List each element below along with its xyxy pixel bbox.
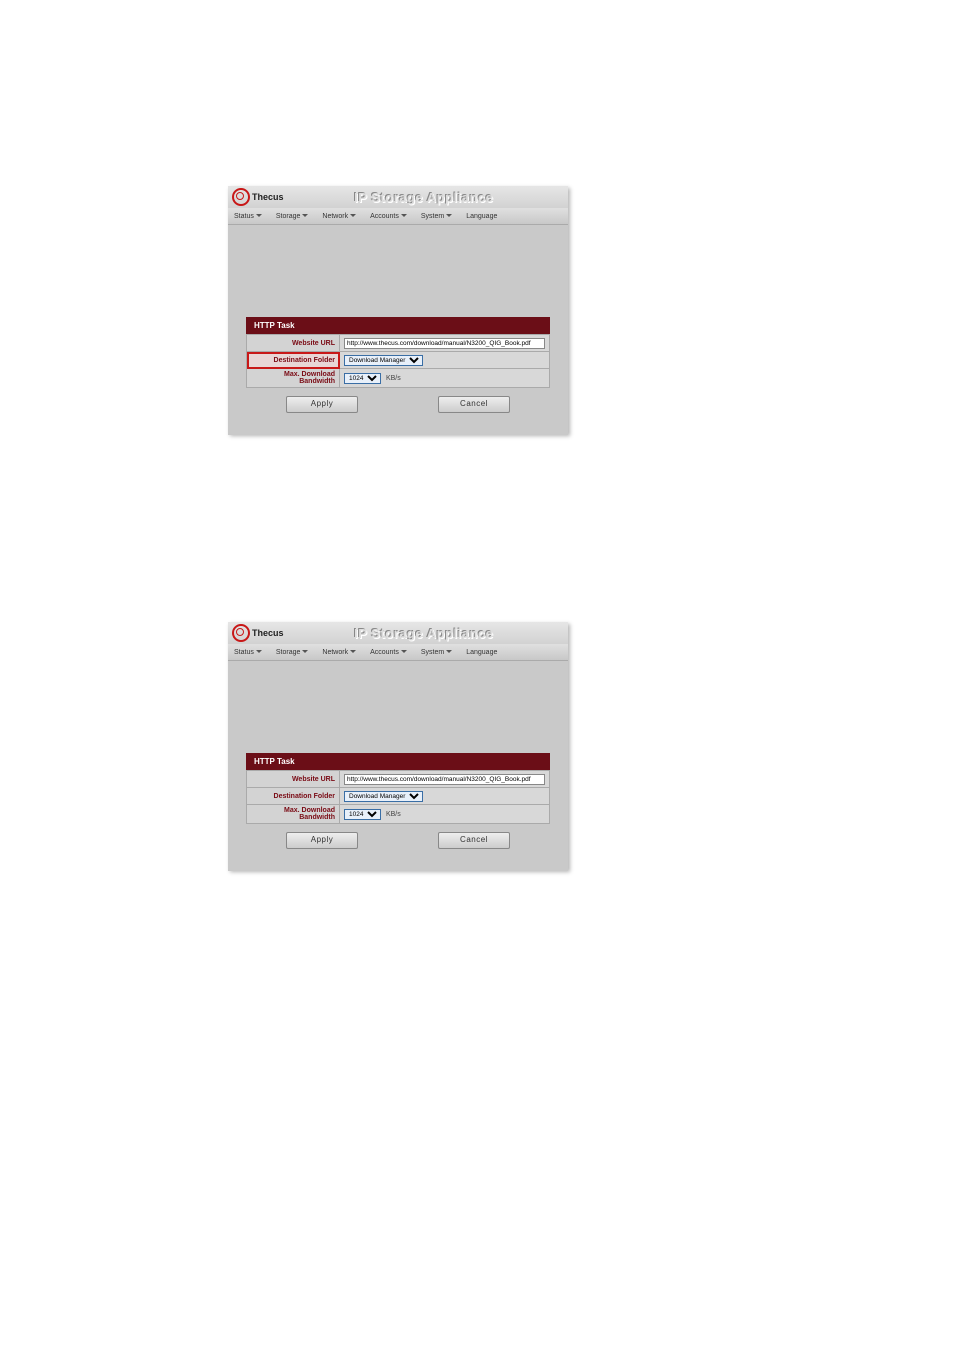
bandwidth-unit: KB/s <box>386 375 401 382</box>
button-row: Apply Cancel <box>246 396 550 413</box>
chevron-down-icon <box>446 650 452 653</box>
chevron-down-icon <box>446 214 452 217</box>
http-task-panel: HTTP Task Website URL Destination Folder… <box>246 317 550 413</box>
cancel-button[interactable]: Cancel <box>438 396 510 413</box>
menu-status[interactable]: Status <box>234 213 262 220</box>
http-task-panel: HTTP Task Website URL Destination Folder… <box>246 753 550 849</box>
menu-storage[interactable]: Storage <box>276 213 309 220</box>
menu-storage[interactable]: Storage <box>276 649 309 656</box>
chevron-down-icon <box>302 650 308 653</box>
screenshot-2: Thecus IP Storage Appliance Status Stora… <box>228 622 568 870</box>
label-max-bandwidth: Max. Download Bandwidth <box>247 805 340 824</box>
row-folder: Destination Folder Download Manager <box>247 788 550 805</box>
menu-language[interactable]: Language <box>466 213 497 220</box>
menu-network[interactable]: Network <box>322 213 356 220</box>
website-url-input[interactable] <box>344 338 545 349</box>
logo-text: Thecus <box>252 628 284 638</box>
row-url: Website URL <box>247 335 550 352</box>
label-destination-folder: Destination Folder <box>247 352 340 369</box>
menu-language[interactable]: Language <box>466 649 497 656</box>
screenshot-1: Thecus IP Storage Appliance Status Stora… <box>228 186 568 434</box>
apply-button[interactable]: Apply <box>286 832 358 849</box>
logo-icon <box>232 624 250 642</box>
label-website-url: Website URL <box>247 771 340 788</box>
content-area: HTTP Task Website URL Destination Folder… <box>228 661 568 871</box>
menu-bar: Status Storage Network Accounts System L… <box>228 644 568 661</box>
app-header: Thecus IP Storage Appliance <box>228 622 568 644</box>
menu-status[interactable]: Status <box>234 649 262 656</box>
document-page: Thecus IP Storage Appliance Status Stora… <box>0 0 954 1350</box>
chevron-down-icon <box>350 650 356 653</box>
label-destination-folder: Destination Folder <box>247 788 340 805</box>
chevron-down-icon <box>256 650 262 653</box>
row-folder: Destination Folder Download Manager <box>247 352 550 369</box>
menu-system[interactable]: System <box>421 213 452 220</box>
panel-title: HTTP Task <box>246 317 550 334</box>
bandwidth-select[interactable]: 1024 <box>344 373 381 384</box>
menu-bar: Status Storage Network Accounts System L… <box>228 208 568 225</box>
label-website-url: Website URL <box>247 335 340 352</box>
row-bandwidth: Max. Download Bandwidth 1024 KB/s <box>247 369 550 388</box>
destination-folder-select[interactable]: Download Manager <box>344 791 423 802</box>
row-url: Website URL <box>247 771 550 788</box>
row-bandwidth: Max. Download Bandwidth 1024 KB/s <box>247 805 550 824</box>
chevron-down-icon <box>256 214 262 217</box>
app-title: IP Storage Appliance <box>284 626 564 641</box>
panel-title: HTTP Task <box>246 753 550 770</box>
bandwidth-select[interactable]: 1024 <box>344 809 381 820</box>
apply-button[interactable]: Apply <box>286 396 358 413</box>
menu-accounts[interactable]: Accounts <box>370 213 407 220</box>
cell-website-url <box>340 771 550 788</box>
logo: Thecus <box>232 624 284 642</box>
content-area: HTTP Task Website URL Destination Folder… <box>228 225 568 435</box>
app-title: IP Storage Appliance <box>284 190 564 205</box>
menu-network[interactable]: Network <box>322 649 356 656</box>
logo-icon <box>232 188 250 206</box>
button-row: Apply Cancel <box>246 832 550 849</box>
website-url-input[interactable] <box>344 774 545 785</box>
menu-accounts[interactable]: Accounts <box>370 649 407 656</box>
logo: Thecus <box>232 188 284 206</box>
cell-website-url <box>340 335 550 352</box>
cell-destination-folder: Download Manager <box>340 788 550 805</box>
cell-max-bandwidth: 1024 KB/s <box>340 805 550 824</box>
cancel-button[interactable]: Cancel <box>438 832 510 849</box>
cell-destination-folder: Download Manager <box>340 352 550 369</box>
destination-folder-select[interactable]: Download Manager <box>344 355 423 366</box>
chevron-down-icon <box>401 650 407 653</box>
form-table: Website URL Destination Folder Download … <box>246 334 550 388</box>
app-header: Thecus IP Storage Appliance <box>228 186 568 208</box>
menu-system[interactable]: System <box>421 649 452 656</box>
label-max-bandwidth: Max. Download Bandwidth <box>247 369 340 388</box>
cell-max-bandwidth: 1024 KB/s <box>340 369 550 388</box>
form-table: Website URL Destination Folder Download … <box>246 770 550 824</box>
bandwidth-unit: KB/s <box>386 811 401 818</box>
chevron-down-icon <box>401 214 407 217</box>
logo-text: Thecus <box>252 192 284 202</box>
chevron-down-icon <box>302 214 308 217</box>
chevron-down-icon <box>350 214 356 217</box>
